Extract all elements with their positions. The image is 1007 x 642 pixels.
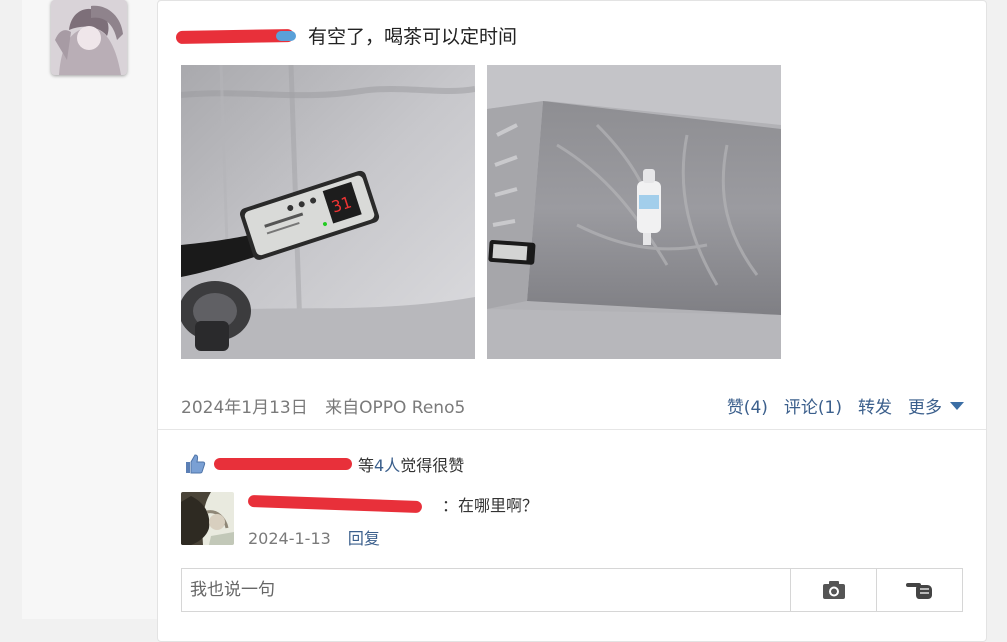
like-button[interactable]: 赞(4) bbox=[727, 393, 768, 418]
divider bbox=[158, 429, 986, 430]
pointing-hand-icon bbox=[905, 583, 932, 599]
commenter-name-redacted[interactable] bbox=[247, 494, 423, 514]
post-meta: 2024年1月13日 来自OPPO Reno5 bbox=[181, 393, 477, 418]
post-card: 有空了，喝茶可以定时间 31 2024年1月13日 来自OPPO Reno5 赞… bbox=[157, 0, 987, 642]
triangle-down-icon bbox=[950, 401, 964, 410]
likes-summary: 等 4人 觉得很赞 bbox=[184, 453, 464, 475]
post-photo-1[interactable]: 31 bbox=[181, 65, 475, 359]
post-source: 来自OPPO Reno5 bbox=[325, 398, 466, 418]
post-date: 2024年1月13日 bbox=[181, 398, 308, 418]
reply-input[interactable]: 我也说一句 bbox=[190, 569, 275, 611]
likes-suffix: 等 bbox=[358, 456, 375, 475]
likes-count[interactable]: 4人 bbox=[374, 452, 400, 476]
comment-date: 2024-1-13 bbox=[248, 529, 331, 548]
post-header: 有空了，喝茶可以定时间 bbox=[175, 23, 518, 48]
thumbs-up-icon bbox=[186, 454, 206, 474]
reply-link[interactable]: 回复 bbox=[348, 529, 380, 548]
likes-text: 觉得很赞 bbox=[400, 456, 465, 475]
author-avatar[interactable] bbox=[51, 0, 127, 75]
emoji-button[interactable] bbox=[876, 569, 962, 611]
camera-icon bbox=[822, 581, 845, 599]
comment-meta: 2024-1-13 回复 bbox=[248, 525, 380, 549]
post-text: 有空了，喝茶可以定时间 bbox=[308, 25, 518, 48]
comment-button[interactable]: 评论(1) bbox=[784, 393, 842, 418]
more-label: 更多 bbox=[908, 398, 942, 418]
more-button[interactable]: 更多 bbox=[908, 393, 964, 418]
author-name-redacted[interactable] bbox=[175, 25, 296, 45]
share-button[interactable]: 转发 bbox=[858, 393, 892, 418]
likers-redacted[interactable] bbox=[214, 458, 352, 470]
comment-text: ：在哪里啊？ bbox=[442, 496, 539, 515]
reply-box: 我也说一句 bbox=[181, 568, 963, 612]
photo-button[interactable] bbox=[790, 569, 876, 611]
post-photo-2[interactable] bbox=[487, 65, 781, 359]
post-actions: 赞(4) 评论(1) 转发 更多 bbox=[727, 393, 964, 418]
comment-line: ：在哪里啊？ bbox=[247, 492, 539, 516]
left-rail bbox=[22, 0, 158, 619]
commenter-avatar[interactable] bbox=[181, 492, 234, 545]
